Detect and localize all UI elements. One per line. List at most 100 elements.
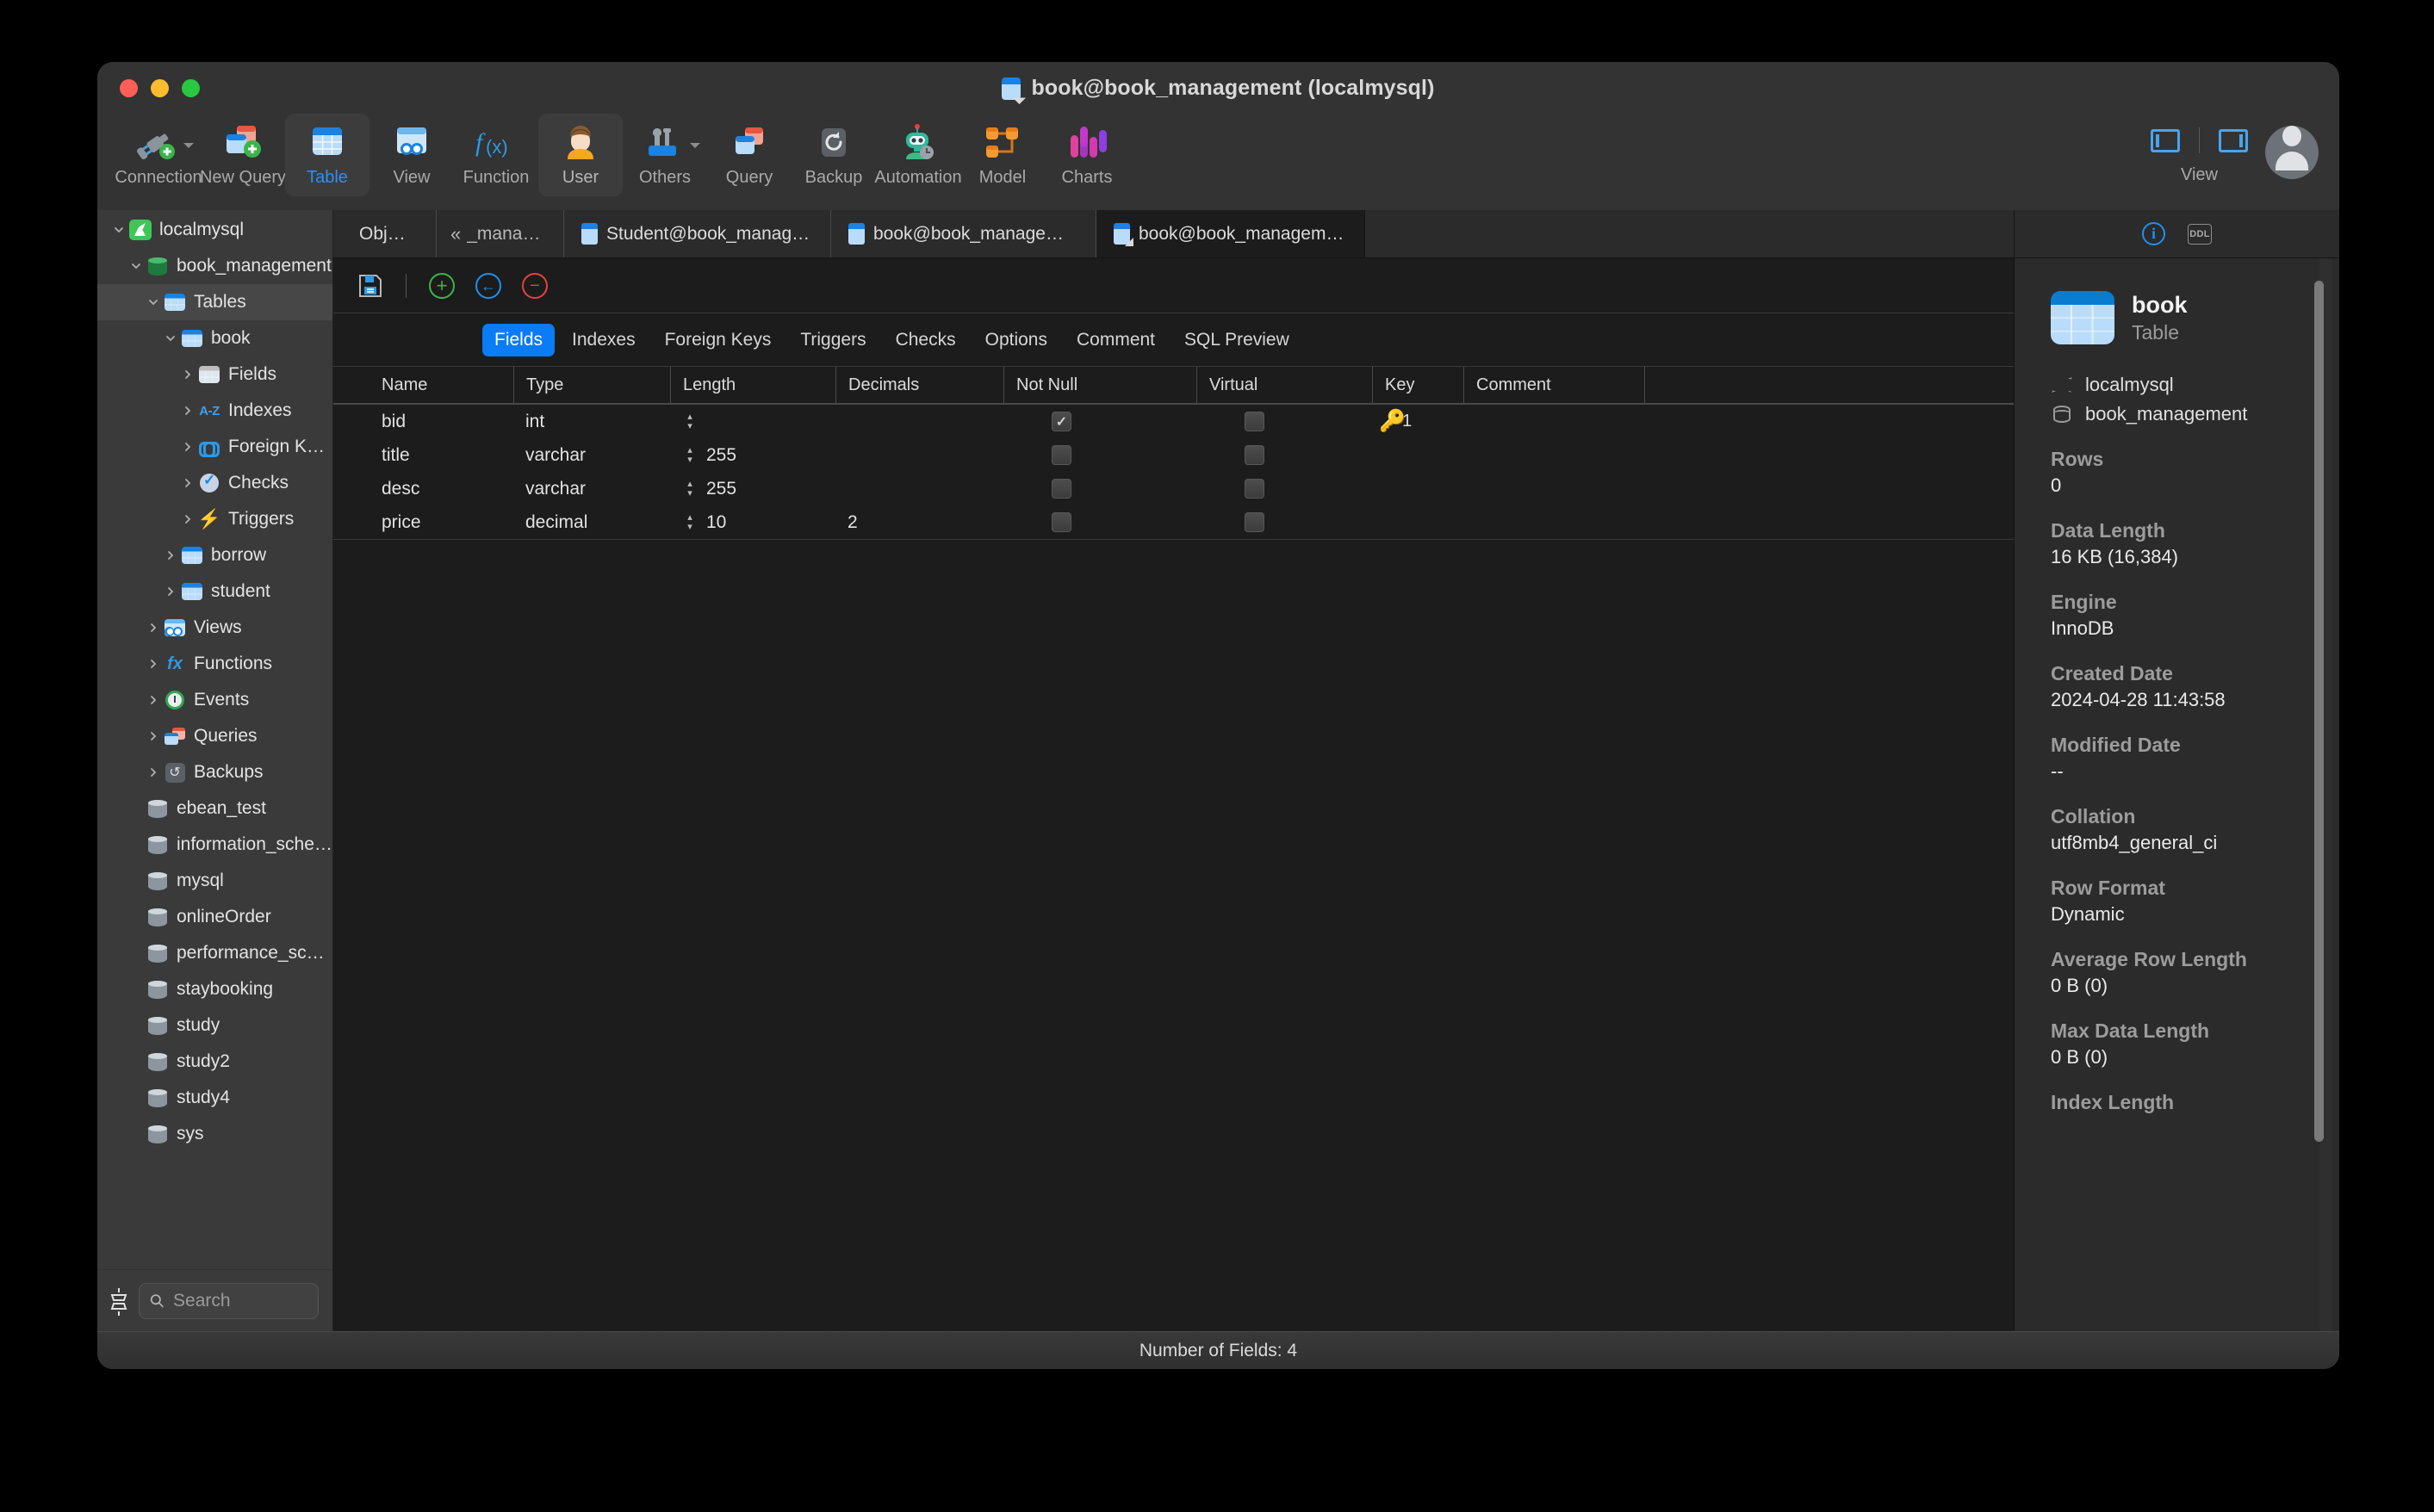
toolbar-backup[interactable]: Backup	[792, 114, 876, 196]
grid-col-virtual[interactable]: Virtual	[1196, 367, 1372, 403]
cell-comment[interactable]	[1463, 472, 1644, 505]
search-box[interactable]	[139, 1282, 319, 1319]
twisty-down-icon[interactable]	[109, 224, 128, 236]
toolbar-table[interactable]: Table	[285, 114, 369, 196]
subtab-fields[interactable]: Fields	[482, 323, 556, 356]
table-row[interactable]: title varchar ▴ ▾ 255	[333, 438, 2014, 472]
object-tree[interactable]: localmysql book_management Tables book Field…	[97, 210, 332, 1269]
cell-name[interactable]: title	[333, 438, 513, 472]
editor-tab-2[interactable]: Student@book_manage...	[564, 210, 831, 257]
subtab-foreign-keys[interactable]: Foreign Keys	[653, 324, 784, 356]
cell-length[interactable]: ▴ ▾	[670, 405, 835, 438]
subtab-checks[interactable]: Checks	[884, 324, 968, 356]
subtab-indexes[interactable]: Indexes	[560, 324, 648, 356]
cell-comment[interactable]	[1463, 438, 1644, 472]
cell-name[interactable]: bid	[333, 405, 513, 438]
table-row[interactable]: desc varchar ▴ ▾ 255	[333, 472, 2014, 505]
virtual-checkbox[interactable]	[1245, 512, 1264, 532]
toolbar-view[interactable]: View	[369, 114, 454, 196]
grid-col-not-null[interactable]: Not Null	[1003, 367, 1196, 403]
cell-not-null[interactable]	[1003, 505, 1196, 539]
tree-item-performance-schema[interactable]: performance_schema	[97, 935, 332, 971]
delete-field-button[interactable]: −	[520, 271, 550, 301]
cell-virtual[interactable]	[1196, 405, 1372, 438]
tree-item-information-schema[interactable]: information_schema	[97, 827, 332, 863]
twisty-right-icon[interactable]	[144, 658, 163, 670]
cell-key[interactable]: 🔑 1	[1372, 405, 1463, 438]
not-null-checkbox[interactable]	[1052, 512, 1071, 532]
cell-length[interactable]: ▴ ▾ 10	[670, 505, 835, 539]
stepper-icon[interactable]: ▴ ▾	[682, 411, 698, 433]
virtual-checkbox[interactable]	[1245, 479, 1264, 499]
tree-item-indexes[interactable]: A-Z Indexes	[97, 393, 332, 429]
grid-col-length[interactable]: Length	[670, 367, 835, 403]
cell-key[interactable]	[1372, 438, 1463, 472]
subtab-comment[interactable]: Comment	[1065, 324, 1167, 356]
twisty-right-icon[interactable]	[178, 441, 197, 453]
search-input[interactable]	[173, 1290, 307, 1311]
cell-decimals[interactable]: 2	[835, 505, 1003, 539]
not-null-checkbox[interactable]: ✓	[1052, 412, 1071, 431]
stepper-icon[interactable]: ▴ ▾	[682, 511, 698, 534]
tree-item-fields[interactable]: Fields	[97, 356, 332, 393]
chevron-down-icon[interactable]	[690, 143, 700, 148]
tree-item-triggers[interactable]: ⚡ Triggers	[97, 501, 332, 537]
twisty-right-icon[interactable]	[161, 549, 180, 561]
subtab-triggers[interactable]: Triggers	[788, 324, 878, 356]
cell-decimals[interactable]	[835, 438, 1003, 472]
cell-not-null[interactable]	[1003, 438, 1196, 472]
cell-virtual[interactable]	[1196, 505, 1372, 539]
toolbar-connection[interactable]: Connection	[115, 114, 202, 196]
tree-item-events[interactable]: Events	[97, 682, 332, 718]
tree-item-foreign-keys[interactable]: Foreign Keys	[97, 429, 332, 465]
tree-item-book-management[interactable]: book_management	[97, 248, 332, 284]
twisty-down-icon[interactable]	[144, 296, 163, 308]
chevron-down-icon[interactable]	[183, 143, 194, 148]
table-row[interactable]: bid int ▴ ▾ ✓ 🔑 1	[333, 405, 2014, 438]
tree-item-staybooking[interactable]: staybooking	[97, 971, 332, 1007]
tree-item-borrow[interactable]: borrow	[97, 537, 332, 573]
avatar[interactable]	[2265, 117, 2319, 179]
tree-item-checks[interactable]: Checks	[97, 465, 332, 501]
cell-not-null[interactable]	[1003, 472, 1196, 505]
grid-col-decimals[interactable]: Decimals	[835, 367, 1003, 403]
tree-item-mysql[interactable]: mysql	[97, 863, 332, 899]
toolbar-automation[interactable]: Automation	[874, 114, 962, 196]
cell-comment[interactable]	[1463, 405, 1644, 438]
tree-item-tables[interactable]: Tables	[97, 284, 332, 320]
twisty-right-icon[interactable]	[161, 586, 180, 598]
toolbar-query[interactable]: Query	[707, 114, 792, 196]
grid-col-comment[interactable]: Comment	[1463, 367, 1644, 403]
cell-key[interactable]	[1372, 472, 1463, 505]
tree-item-functions[interactable]: fx Functions	[97, 646, 332, 682]
twisty-right-icon[interactable]	[178, 369, 197, 381]
tree-item-queries[interactable]: Queries	[97, 718, 332, 754]
save-button[interactable]	[356, 271, 385, 301]
tree-item-views[interactable]: Views	[97, 610, 332, 646]
cell-type[interactable]: int	[513, 405, 670, 438]
twisty-right-icon[interactable]	[178, 513, 197, 525]
add-field-button[interactable]: +	[427, 271, 456, 301]
toolbar-user[interactable]: User	[538, 114, 623, 196]
info-scrollbar-thumb[interactable]	[2314, 281, 2324, 1142]
cell-decimals[interactable]	[835, 472, 1003, 505]
subtab-sql-preview[interactable]: SQL Preview	[1172, 324, 1301, 356]
cell-not-null[interactable]: ✓	[1003, 405, 1196, 438]
tree-item-sys[interactable]: sys	[97, 1116, 332, 1152]
info-scrollbar-track[interactable]	[2314, 258, 2332, 1331]
twisty-right-icon[interactable]	[144, 694, 163, 706]
connection-status-icon[interactable]	[109, 1287, 128, 1316]
cell-type[interactable]: varchar	[513, 438, 670, 472]
info-icon[interactable]: i	[2142, 222, 2165, 245]
twisty-right-icon[interactable]	[144, 622, 163, 634]
not-null-checkbox[interactable]	[1052, 445, 1071, 465]
stepper-icon[interactable]: ▴ ▾	[682, 444, 698, 467]
grid-col-name[interactable]: Name	[333, 367, 513, 403]
tree-item-ebean-test[interactable]: ebean_test	[97, 790, 332, 827]
grid-body[interactable]: bid int ▴ ▾ ✓ 🔑 1 title varchar ▴ ▾ 255 desc varchar ▴…	[333, 405, 2014, 539]
twisty-down-icon[interactable]	[127, 260, 146, 272]
twisty-right-icon[interactable]	[144, 766, 163, 778]
toggle-right-panel-icon[interactable]	[2219, 128, 2248, 152]
twisty-right-icon[interactable]	[178, 477, 197, 489]
editor-tab-3[interactable]: book@book_manageme...	[831, 210, 1096, 257]
